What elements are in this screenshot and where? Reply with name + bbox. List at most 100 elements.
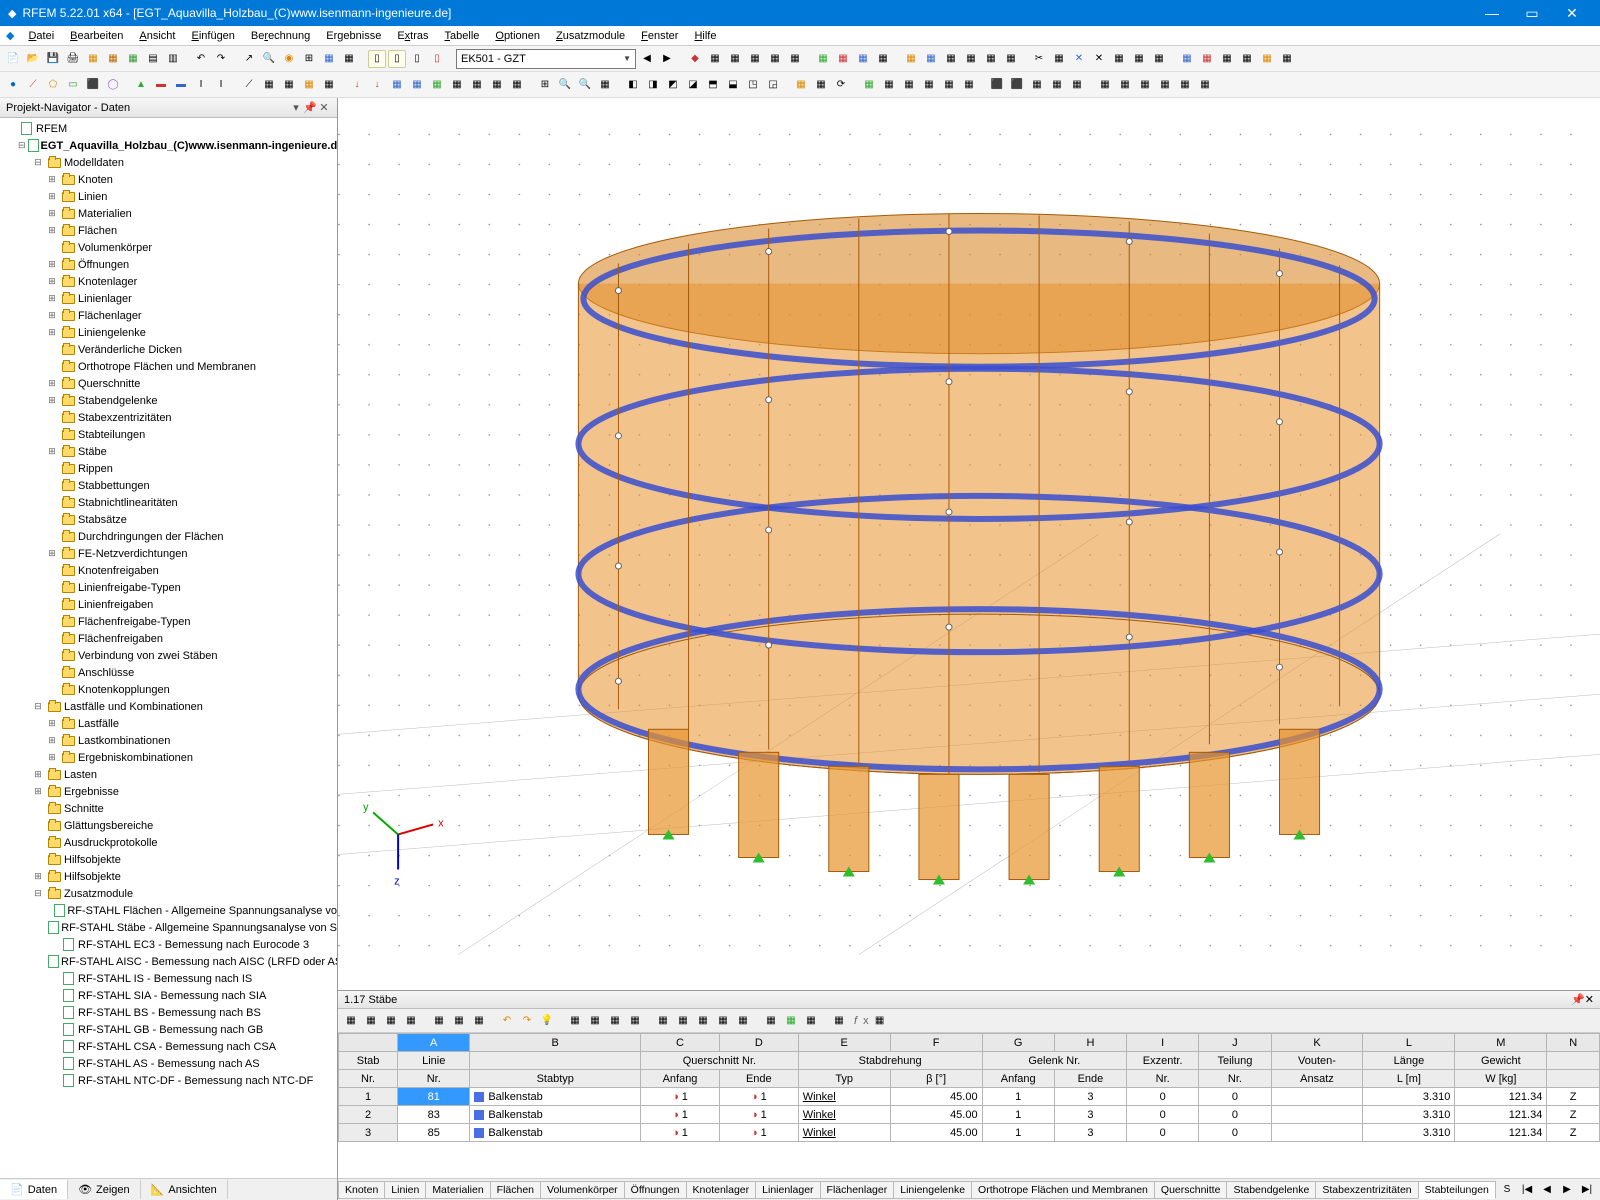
tree-item[interactable]: Veränderliche Dicken [0,341,337,358]
tb-icon[interactable]: ▦ [566,1012,584,1030]
tb-icon[interactable]: ▦ [766,50,784,68]
tree-item[interactable]: ⊞Querschnitte [0,375,337,392]
tab-ansichten[interactable]: 📐 Ansichten [141,1180,228,1199]
tb-icon[interactable]: ▦ [714,1012,732,1030]
tree-item[interactable]: Stabsätze [0,511,337,528]
tb-icon[interactable]: ▦ [814,50,832,68]
tree-item[interactable]: Volumenkörper [0,239,337,256]
table-tab[interactable]: Volumenkörper [540,1181,625,1199]
tree-item[interactable]: Verbindung von zwei Stäben [0,647,337,664]
model-viewport[interactable]: x y z [338,98,1600,990]
menu-ansicht[interactable]: Ansicht [133,28,181,44]
pane-pin-icon[interactable]: 📌 [303,101,317,114]
table-tab[interactable]: Materialien [425,1181,490,1199]
tb-icon[interactable]: ◩ [664,76,682,94]
tree-item[interactable]: ⊞Öffnungen [0,256,337,273]
tb-icon[interactable]: ▦ [508,76,526,94]
tree-item[interactable]: Linienfreigabe-Typen [0,579,337,596]
tb-icon[interactable]: ⟋ [240,76,258,94]
tb-icon[interactable]: ▦ [1028,76,1046,94]
tree-item[interactable]: ⊞Lastkombinationen [0,732,337,749]
tb-icon[interactable]: ▦ [1156,76,1174,94]
tb-icon[interactable]: ▦ [942,50,960,68]
tb-icon[interactable]: ▦ [1002,50,1020,68]
menu-einfuegen[interactable]: Einfügen [185,28,240,44]
tree-item[interactable]: ⊟Modelldaten [0,154,337,171]
tb-icon[interactable]: ▤ [144,50,162,68]
navigator-tree[interactable]: RFEM⊟EGT_Aquavilla_Holzbau_(C)www.isenma… [0,118,337,1178]
tb-icon[interactable]: ▦ [960,76,978,94]
menu-zusatzmodule[interactable]: Zusatzmodule [550,28,631,44]
tb-icon[interactable]: ▯ [368,50,386,68]
tb-icon[interactable]: ◧ [624,76,642,94]
tb-icon[interactable]: ▦ [940,76,958,94]
tb-icon[interactable]: ▦ [1198,50,1216,68]
tb-icon[interactable]: ▥ [164,50,182,68]
tree-item[interactable]: ⊞Lastfälle [0,715,337,732]
tb-icon[interactable]: ▦ [860,76,878,94]
tb-icon[interactable]: 💡 [538,1012,556,1030]
menu-bearbeiten[interactable]: Bearbeiten [64,28,129,44]
tb-icon[interactable]: ↶ [498,1012,516,1030]
tree-item[interactable]: Knotenkopplungen [0,681,337,698]
minimize-button[interactable]: ― [1472,5,1512,21]
tree-item[interactable]: ⊞Materialien [0,205,337,222]
tb-icon[interactable]: ⬓ [724,76,742,94]
tree-item[interactable]: ⊟Lastfälle und Kombinationen [0,698,337,715]
tb-icon[interactable]: ▦ [430,1012,448,1030]
table-tab[interactable]: Stabexzentrizitäten [1315,1181,1418,1199]
table-tab[interactable]: Knotenlager [686,1181,757,1199]
table-close-icon[interactable]: ✕ [1585,993,1594,1006]
tree-item[interactable]: ⊞Lasten [0,766,337,783]
table-row[interactable]: 385Balkenstab◑ 1◑ 1Winkel45.0013003.3101… [339,1124,1600,1142]
tree-item[interactable]: RF-STAHL Stäbe - Allgemeine Spannungsana… [0,919,337,936]
tb-icon[interactable]: ◉ [280,50,298,68]
save-icon[interactable]: 💾 [44,50,62,68]
tree-item[interactable]: ⊞Flächen [0,222,337,239]
tree-item[interactable]: ⊞Ergebniskombinationen [0,749,337,766]
tb-icon[interactable]: I [212,76,230,94]
tree-item[interactable]: ⊞Flächenlager [0,307,337,324]
tree-item[interactable]: Stabexzentrizitäten [0,409,337,426]
table-row[interactable]: 283Balkenstab◑ 1◑ 1Winkel45.0013003.3101… [339,1106,1600,1124]
tree-item[interactable]: ⊞Knotenlager [0,273,337,290]
table-tab[interactable]: Linienlager [755,1181,820,1199]
tree-item[interactable]: ⊟EGT_Aquavilla_Holzbau_(C)www.isenmann-i… [0,137,337,154]
tb-icon[interactable]: ▦ [450,1012,468,1030]
tree-item[interactable]: Orthotrope Flächen und Membranen [0,358,337,375]
tb-icon[interactable]: ▦ [340,50,358,68]
tb-icon[interactable]: ▦ [606,1012,624,1030]
maximize-button[interactable]: ▭ [1512,5,1552,22]
tb-icon[interactable]: I [192,76,210,94]
tab-zeigen[interactable]: 👁 Zeigen [68,1180,141,1199]
tab-daten[interactable]: 📄 Daten [0,1180,68,1199]
tb-icon[interactable]: ▦ [1050,50,1068,68]
tb-icon[interactable]: ▦ [922,50,940,68]
tb-icon[interactable]: ▦ [962,50,980,68]
tree-item[interactable]: ⊞Stabendgelenke [0,392,337,409]
tb-icon[interactable]: ◆ [686,50,704,68]
tb-icon[interactable]: ▦ [1150,50,1168,68]
tb-icon[interactable]: ↷ [518,1012,536,1030]
tb-icon[interactable]: ▦ [694,1012,712,1030]
tree-item[interactable]: RF-STAHL BS - Bemessung nach BS [0,1004,337,1021]
tb-icon[interactable]: ⊞ [300,50,318,68]
menu-optionen[interactable]: Optionen [489,28,546,44]
tb-icon[interactable]: ▦ [448,76,466,94]
tb-icon[interactable]: ▦ [880,76,898,94]
tb-icon[interactable]: ▦ [1278,50,1296,68]
tb-icon[interactable]: ✕ [1090,50,1108,68]
print-icon[interactable]: 🖨 [64,50,82,68]
tb-icon[interactable]: ✂ [1030,50,1048,68]
load-combo[interactable]: EK501 - GZT▼ [456,49,636,69]
menu-datei[interactable]: Datei [22,28,60,44]
table-tab[interactable]: Flächen [490,1181,541,1199]
tb-icon[interactable]: ▦ [874,50,892,68]
tb-icon[interactable]: ▦ [726,50,744,68]
undo-icon[interactable]: ↶ [192,50,210,68]
tb-icon[interactable]: ▦ [596,76,614,94]
tb-icon[interactable]: ▦ [468,76,486,94]
table-tab[interactable]: Stabteilungen [1418,1181,1496,1199]
tb-icon[interactable]: ▦ [1258,50,1276,68]
table-tab[interactable]: Stabendgelenke [1226,1181,1316,1199]
